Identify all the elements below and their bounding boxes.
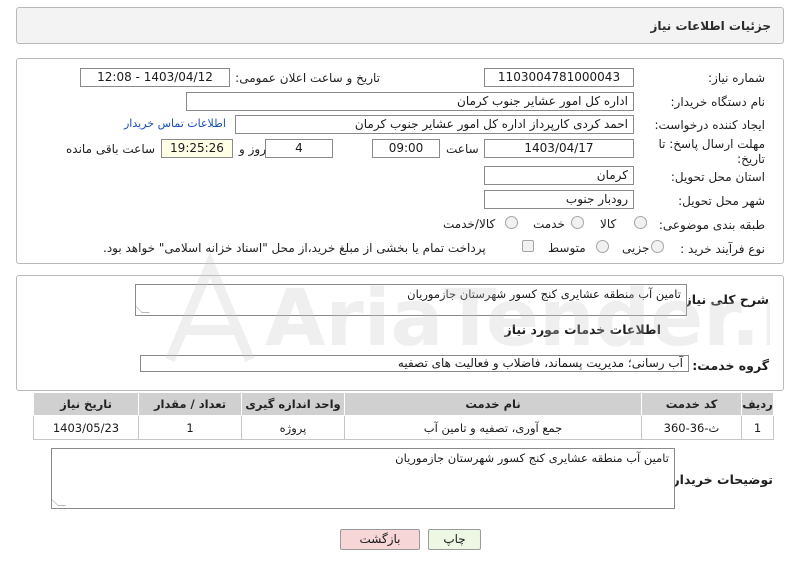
table-row[interactable]: 1 ث-36-360 جمع آوری، تصفیه و تامین آب پر… — [33, 415, 774, 440]
print-button[interactable]: چاپ — [428, 529, 481, 550]
col-need-date: تاریخ نیاز — [33, 392, 139, 416]
treasury-payment-note: پرداخت تمام یا بخشی از مبلغ خرید،از محل … — [103, 241, 486, 255]
cell-service-code: ث-36-360 — [641, 415, 742, 440]
page-header: جزئیات اطلاعات نیاز — [16, 7, 784, 44]
deadline-days-field[interactable]: 4 — [265, 139, 333, 158]
city-label: شهر محل تحویل: — [678, 194, 765, 208]
province-field[interactable]: کرمان — [484, 166, 634, 185]
page-title: جزئیات اطلاعات نیاز — [650, 19, 771, 33]
deadline-time-label: ساعت — [446, 142, 479, 156]
deadline-date-field[interactable]: 1403/04/17 — [484, 139, 634, 158]
resize-handle[interactable] — [52, 498, 66, 506]
resize-handle[interactable] — [136, 305, 150, 313]
cell-unit: پروژه — [241, 415, 345, 440]
category-service-label: خدمت — [533, 217, 565, 231]
process-minor-radio[interactable] — [651, 240, 664, 253]
process-medium-label: متوسط — [548, 241, 586, 255]
category-label: طبقه بندی موضوعی: — [658, 218, 765, 232]
requester-label: ایجاد کننده درخواست: — [654, 118, 765, 132]
table-header-row: ردیف کد خدمت نام خدمت واحد اندازه گیری ت… — [33, 392, 774, 416]
category-goods-radio[interactable] — [634, 216, 647, 229]
col-unit: واحد اندازه گیری — [241, 392, 345, 416]
summary-textarea[interactable]: تامین آب منطقه عشایری کنج کسور شهرستان ج… — [135, 284, 687, 316]
process-minor-label: جزیی — [622, 241, 650, 255]
remaining-label: ساعت باقی مانده — [66, 142, 156, 156]
buyer-org-label: نام دستگاه خریدار: — [670, 95, 766, 109]
deadline-time-field[interactable]: 09:00 — [372, 139, 440, 158]
announce-datetime-field[interactable]: 1403/04/12 - 12:08 — [80, 68, 230, 87]
col-row-number: ردیف — [741, 392, 774, 416]
service-group-label: گروه خدمت: — [692, 358, 769, 373]
category-service-radio[interactable] — [571, 216, 584, 229]
category-both-radio[interactable] — [505, 216, 518, 229]
cell-service-name: جمع آوری، تصفیه و تامین آب — [344, 415, 642, 440]
days-label: روز و — [239, 142, 266, 156]
buyer-notes-label: توضیحات خریدار: — [667, 472, 773, 487]
deadline-label: مهلت ارسال پاسخ: تا تاریخ: — [658, 137, 765, 166]
buyer-notes-text: تامین آب منطقه عشایری کنج کسور شهرستان ج… — [395, 451, 669, 465]
services-table: ردیف کد خدمت نام خدمت واحد اندازه گیری ت… — [33, 392, 774, 440]
summary-text: تامین آب منطقه عشایری کنج کسور شهرستان ج… — [407, 287, 681, 301]
remaining-time-field[interactable]: 19:25:26 — [161, 139, 233, 158]
cell-row-number: 1 — [741, 415, 774, 440]
process-medium-radio[interactable] — [596, 240, 609, 253]
cell-need-date: 1403/05/23 — [33, 415, 139, 440]
city-field[interactable]: رودبار جنوب — [484, 190, 634, 209]
province-label: استان محل تحویل: — [670, 170, 765, 184]
buyer-contact-link[interactable]: اطلاعات تماس خریدار — [124, 117, 226, 130]
category-both-label: کالا/خدمت — [443, 217, 496, 231]
col-quantity: تعداد / مقدار — [138, 392, 242, 416]
buyer-notes-textarea[interactable]: تامین آب منطقه عشایری کنج کسور شهرستان ج… — [51, 448, 675, 509]
service-group-field[interactable]: آب رسانی؛ مدیریت پسماند، فاضلاب و فعالیت… — [140, 355, 689, 372]
category-goods-label: کالا — [600, 217, 617, 231]
process-label: نوع فرآیند خرید : — [680, 242, 765, 256]
summary-label: شرح کلی نیاز: — [679, 292, 769, 307]
need-number-label: شماره نیاز: — [708, 71, 765, 85]
back-button[interactable]: بازگشت — [340, 529, 420, 550]
cell-quantity: 1 — [138, 415, 242, 440]
requester-field[interactable]: احمد کردی کارپرداز اداره کل امور عشایر ج… — [235, 115, 634, 134]
col-service-code: کد خدمت — [641, 392, 742, 416]
buyer-org-field[interactable]: اداره کل امور عشایر جنوب کرمان — [186, 92, 634, 111]
need-number-field[interactable]: 1103004781000043 — [484, 68, 634, 87]
col-service-name: نام خدمت — [344, 392, 642, 416]
announce-datetime-label: تاریخ و ساعت اعلان عمومی: — [235, 71, 380, 85]
treasury-payment-checkbox[interactable] — [522, 240, 534, 252]
services-heading: اطلاعات خدمات مورد نیاز — [504, 322, 662, 337]
